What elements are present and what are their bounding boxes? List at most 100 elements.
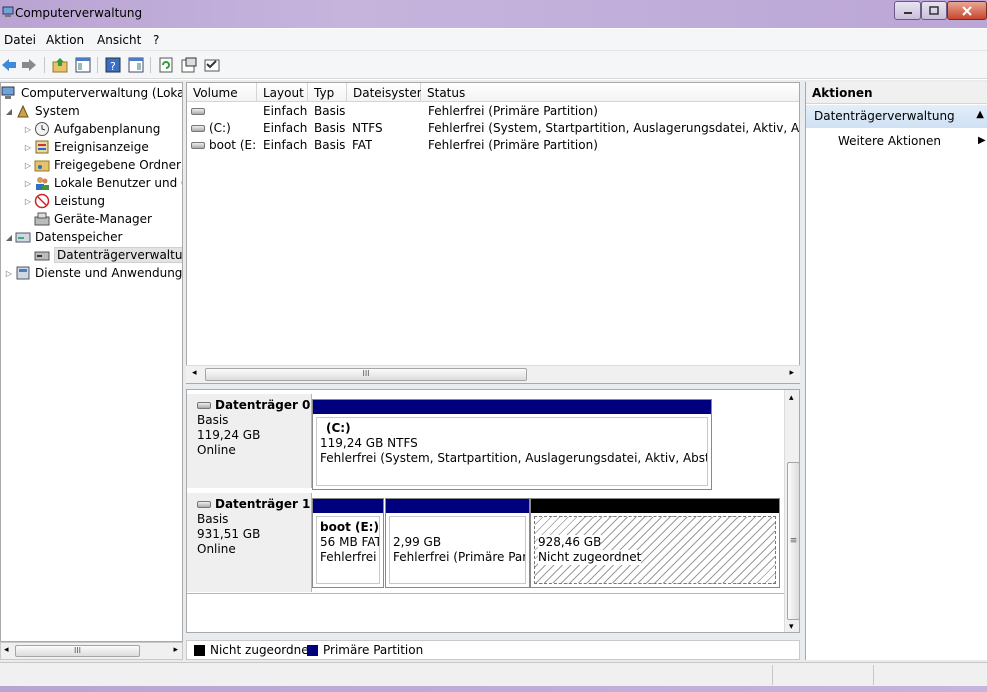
tree-item-datentraegerverwaltung[interactable]: Datenträgerverwaltung: [22, 246, 182, 264]
maximize-button[interactable]: [921, 1, 947, 20]
submenu-arrow-icon: ▶: [978, 135, 986, 146]
scroll-thumb[interactable]: III: [15, 645, 140, 657]
tree-horizontal-scrollbar[interactable]: ◂ III ▸: [0, 642, 183, 660]
graph-vertical-scrollbar[interactable]: ▴ ≡ ▾: [784, 390, 799, 632]
partition-boot-e[interactable]: boot (E:) 56 MB FAT Fehlerfrei (Primäre …: [312, 498, 384, 588]
list-horizontal-scrollbar[interactable]: ◂ III ▸: [186, 365, 800, 383]
collapsed-arrow-icon[interactable]: ▷: [22, 179, 34, 188]
collapse-arrow-icon[interactable]: ▲: [976, 109, 984, 120]
properties-icon: [181, 57, 197, 73]
forward-button[interactable]: [20, 56, 38, 74]
legend: Nicht zugeordnet Primäre Partition: [186, 640, 800, 660]
minimize-icon: [903, 11, 912, 14]
menu-help[interactable]: ?: [153, 33, 159, 47]
main-area: Computerverwaltung (Lokal) ◢ System ▷ Au…: [0, 80, 987, 662]
show-hide-tree-button[interactable]: [74, 56, 92, 74]
collapsed-arrow-icon[interactable]: ▷: [22, 143, 34, 152]
computer-management-icon: [2, 6, 14, 17]
clock-icon: [34, 121, 50, 137]
console-tree-icon: [75, 57, 91, 73]
scroll-left-icon[interactable]: ◂: [192, 368, 197, 378]
users-icon: [34, 175, 50, 191]
help-button[interactable]: ?: [104, 56, 122, 74]
event-viewer-icon: [34, 139, 50, 155]
volume-icon: [191, 108, 205, 115]
unallocated-bar: [531, 499, 779, 513]
up-level-button[interactable]: [51, 56, 69, 74]
volume-icon: [191, 142, 205, 149]
status-bar: [0, 662, 987, 686]
column-header-dateisystem[interactable]: Dateisystem: [347, 83, 428, 102]
disk-0-label[interactable]: Datenträger 0 Basis 119,24 GB Online: [187, 394, 312, 488]
back-arrow-icon: [2, 59, 16, 71]
maximize-icon: [929, 5, 939, 15]
toolbar-separator: [97, 57, 98, 73]
disk-graphical-view: Datenträger 0 Basis 119,24 GB Online (C:…: [186, 389, 800, 633]
console-tree: Computerverwaltung (Lokal) ◢ System ▷ Au…: [0, 82, 183, 642]
close-icon: [962, 5, 972, 16]
tree-item-aufgabenplanung[interactable]: ▷ Aufgabenplanung: [22, 120, 160, 138]
tree-item-datenspeicher[interactable]: ◢ Datenspeicher: [3, 228, 122, 246]
tree-item-dienste[interactable]: ▷ Dienste und Anwendungen: [3, 264, 182, 282]
column-header-status[interactable]: Status: [421, 83, 799, 102]
legend-label-unallocated: Nicht zugeordnet: [210, 643, 314, 657]
column-header-volume[interactable]: Volume: [187, 83, 257, 102]
partition-2-99gb[interactable]: 2,99 GB Fehlerfrei (Primäre Partition): [385, 498, 530, 588]
scroll-right-icon[interactable]: ▸: [789, 368, 794, 378]
expanded-arrow-icon[interactable]: ◢: [3, 107, 15, 116]
collapsed-arrow-icon[interactable]: ▷: [22, 161, 34, 170]
tree-item-ereignisanzeige[interactable]: ▷ Ereignisanzeige: [22, 138, 149, 156]
minimize-button[interactable]: [894, 1, 921, 20]
tree-item-root[interactable]: Computerverwaltung (Lokal): [1, 84, 182, 102]
scroll-up-icon[interactable]: ▴: [789, 393, 794, 403]
window-frame-bottom: [0, 686, 987, 692]
menu-datei[interactable]: Datei: [4, 33, 36, 47]
unallocated-space[interactable]: 928,46 GB Nicht zugeordnet: [530, 498, 780, 588]
collapsed-arrow-icon[interactable]: ▷: [22, 125, 34, 134]
action-pane-icon: [128, 57, 144, 73]
collapsed-arrow-icon[interactable]: ▷: [3, 269, 15, 278]
back-button[interactable]: [0, 56, 18, 74]
legend-label-primary: Primäre Partition: [323, 643, 424, 657]
tree-item-system[interactable]: ◢ System: [3, 102, 80, 120]
primary-partition-bar: [386, 499, 529, 513]
collapsed-arrow-icon[interactable]: ▷: [22, 197, 34, 206]
expanded-arrow-icon[interactable]: ◢: [3, 233, 15, 242]
disk-management-icon: [34, 247, 50, 263]
svg-text:?: ?: [110, 60, 116, 73]
menu-ansicht[interactable]: Ansicht: [97, 33, 141, 47]
folder-up-icon: [52, 58, 68, 73]
tree-item-leistung[interactable]: ▷ Leistung: [22, 192, 105, 210]
tree-item-lokale-benutzer[interactable]: ▷ Lokale Benutzer und Gruppen: [22, 174, 182, 192]
show-hide-action-pane-button[interactable]: [127, 56, 145, 74]
tree-item-geraete-manager[interactable]: Geräte-Manager: [22, 210, 152, 228]
scroll-thumb[interactable]: ≡: [787, 462, 799, 620]
volume-icon: [191, 125, 205, 132]
window-title: Computerverwaltung: [15, 6, 143, 20]
help-icon: ?: [105, 57, 121, 73]
storage-icon: [15, 229, 31, 245]
scroll-down-icon[interactable]: ▾: [789, 622, 794, 632]
toolbar: ?: [0, 51, 987, 79]
action-weitere-aktionen[interactable]: Weitere Aktionen: [838, 134, 941, 148]
divider: [187, 593, 784, 594]
performance-icon: [34, 193, 50, 209]
tree-item-freigegebene-ordner[interactable]: ▷ Freigegebene Ordner: [22, 156, 181, 174]
close-button[interactable]: [947, 1, 987, 20]
refresh-button[interactable]: [157, 56, 175, 74]
actions-section-datentraegerverwaltung[interactable]: Datenträgerverwaltung ▲: [806, 105, 987, 128]
scroll-thumb[interactable]: III: [205, 368, 527, 381]
menu-aktion[interactable]: Aktion: [46, 33, 84, 47]
disk-settings-button[interactable]: [203, 56, 221, 74]
scroll-left-icon[interactable]: ◂: [4, 645, 9, 655]
legend-swatch-unallocated: [194, 645, 205, 656]
column-header-layout[interactable]: Layout: [257, 83, 308, 102]
disk-1-label[interactable]: Datenträger 1 Basis 931,51 GB Online: [187, 493, 312, 592]
refresh-icon: [159, 57, 173, 73]
disk-icon: [197, 402, 211, 409]
partition-c[interactable]: (C:) 119,24 GB NTFS Fehlerfrei (System, …: [312, 399, 712, 490]
column-header-typ[interactable]: Typ: [308, 83, 347, 102]
scroll-right-icon[interactable]: ▸: [173, 645, 178, 655]
toolbar-separator: [44, 57, 45, 73]
properties-button[interactable]: [180, 56, 198, 74]
